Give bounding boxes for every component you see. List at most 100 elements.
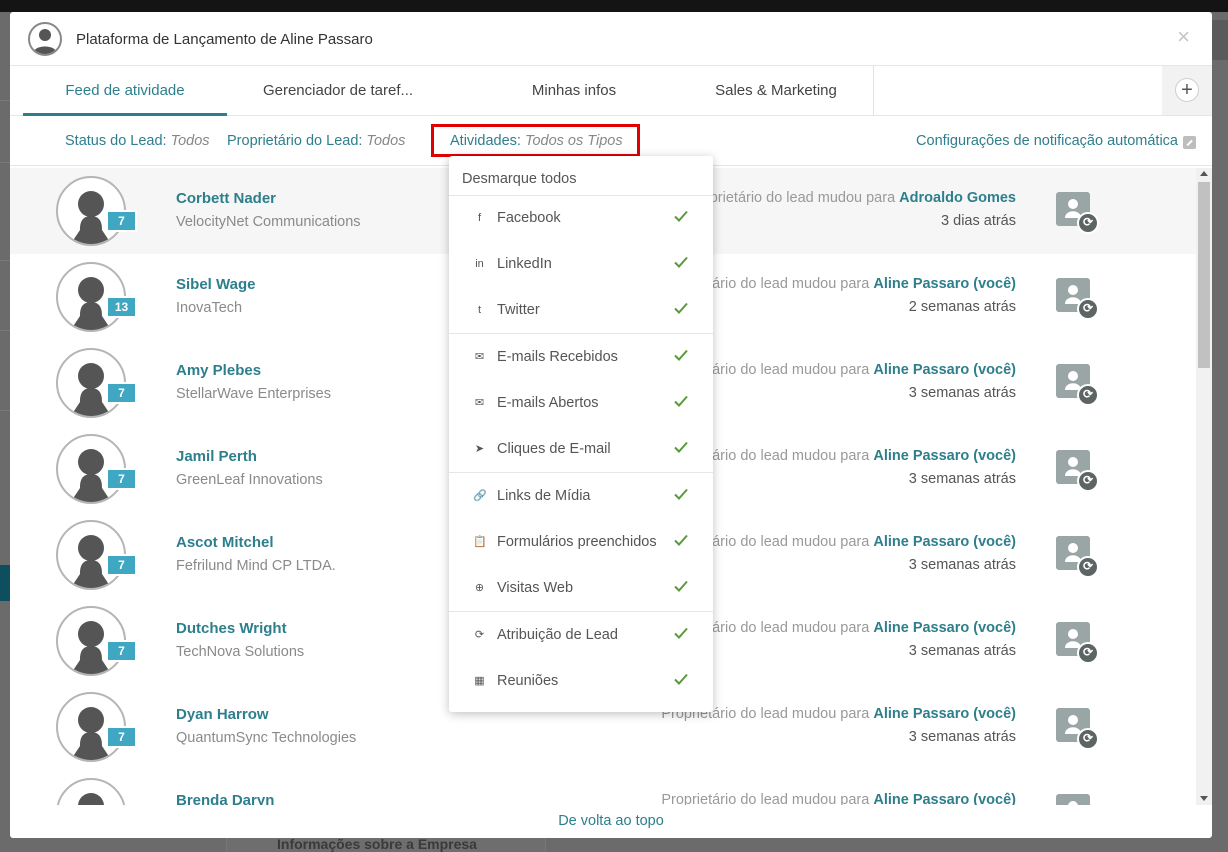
feed-scrollbar[interactable] <box>1196 168 1212 805</box>
lead-name-link[interactable]: Sibel Wage <box>176 276 255 293</box>
activity-type-option[interactable]: ⊕ Visitas Web <box>449 566 713 612</box>
activity-type-option[interactable]: ⟳ Atribuição de Lead <box>449 613 713 659</box>
close-icon[interactable]: × <box>1177 26 1190 48</box>
feed-event-owner-link[interactable]: Aline Passaro (você) <box>873 620 1016 636</box>
calendar-icon: ▦ <box>474 675 485 687</box>
lead-assignment-icon[interactable]: ⟳ <box>1056 622 1099 664</box>
activity-type-label: E-mails Recebidos <box>497 349 618 365</box>
scroll-up-arrow-icon[interactable] <box>1200 171 1208 176</box>
checkmark-icon <box>674 580 688 592</box>
feed-event-owner-link[interactable]: Adroaldo Gomes <box>899 190 1016 206</box>
activity-type-option[interactable]: 🔗 Links de Mídia <box>449 474 713 520</box>
feed-event-owner-link[interactable]: Aline Passaro (você) <box>873 448 1016 464</box>
dropdown-divider <box>449 333 713 334</box>
feed-event-owner-link[interactable]: Aline Passaro (você) <box>873 362 1016 378</box>
activity-type-label: Facebook <box>497 210 561 226</box>
feed-event-prefix: Proprietário do lead mudou para <box>687 190 896 206</box>
activity-type-label: Atribuição de Lead <box>497 627 618 643</box>
lead-score-badge: 7 <box>106 726 137 748</box>
activities-filter[interactable]: Atividades: Todos os Tipos <box>431 124 640 157</box>
facebook-icon: f <box>477 212 482 224</box>
lead-avatar-icon[interactable] <box>56 778 126 805</box>
lead-score-badge: 7 <box>106 468 137 490</box>
lead-company: TechNova Solutions <box>176 644 305 660</box>
linkedin-icon: in <box>475 258 484 270</box>
scrollbar-thumb[interactable] <box>1198 182 1210 368</box>
lead-score-badge: 13 <box>106 296 137 318</box>
lead-name-link[interactable]: Jamil Perth <box>176 448 257 465</box>
sync-icon: ⟳ <box>1077 642 1099 664</box>
tab-task-manager[interactable]: Gerenciador de taref... <box>250 66 426 116</box>
activity-type-option[interactable]: f Facebook <box>449 196 713 242</box>
lead-assignment-icon[interactable]: ⟳ <box>1056 708 1099 750</box>
lead-assignment-icon[interactable]: ⟳ <box>1056 364 1099 406</box>
feed-event-owner-link[interactable]: Aline Passaro (você) <box>873 706 1016 722</box>
activity-type-label: Links de Mídia <box>497 488 591 504</box>
lead-name-link[interactable]: Dyan Harrow <box>176 706 269 723</box>
plus-icon: + <box>1175 78 1199 102</box>
clipboard-icon: 📋 <box>473 536 487 548</box>
lead-owner-filter[interactable]: Proprietário do Lead: Todos <box>227 133 405 149</box>
lead-status-filter-value: Todos <box>170 133 210 149</box>
lead-name-link[interactable]: Corbett Nader <box>176 190 276 207</box>
tab-activity-feed[interactable]: Feed de atividade <box>23 66 227 116</box>
activity-type-option[interactable]: ➤ Cliques de E-mail <box>449 427 713 473</box>
lead-status-filter[interactable]: Status do Lead: Todos <box>65 133 210 149</box>
lead-assignment-icon[interactable]: ⟳ <box>1056 192 1099 234</box>
activity-type-option[interactable]: ✉ E-mails Recebidos <box>449 335 713 381</box>
feed-event-time: 3 dias atrás <box>941 213 1016 229</box>
activity-type-label: Visitas Web <box>497 580 574 596</box>
modal-title: Plataforma de Lançamento de Aline Passar… <box>76 31 373 48</box>
globe-icon: ⊕ <box>474 582 485 594</box>
checkmark-icon <box>674 256 688 268</box>
lead-name-link[interactable]: Ascot Mitchel <box>176 534 274 551</box>
feed-event-owner-link[interactable]: Aline Passaro (você) <box>873 792 1016 805</box>
lead-assignment-icon[interactable]: ⟳ <box>1056 450 1099 492</box>
add-tab-button[interactable]: + <box>1162 66 1212 115</box>
lead-assignment-icon[interactable]: ⟳ <box>1056 536 1099 578</box>
lead-company: Fefrilund Mind CP LTDA. <box>176 558 336 574</box>
sync-icon: ⟳ <box>1077 298 1099 320</box>
sync-icon: ⟳ <box>1077 470 1099 492</box>
activity-type-option[interactable]: t Twitter <box>449 288 713 334</box>
company-info-card: Informações sobre a Empresa <box>226 836 546 852</box>
lead-name-link[interactable]: Dutches Wright <box>176 620 287 637</box>
activity-type-option[interactable]: ▦ Reuniões <box>449 659 713 705</box>
lead-owner-filter-label: Proprietário do Lead: <box>227 133 363 149</box>
lead-score-badge: 7 <box>106 210 137 232</box>
launchpad-modal: Plataforma de Lançamento de Aline Passar… <box>10 12 1212 838</box>
feed-event-text: Proprietário do lead mudou para Aline Pa… <box>661 534 1016 550</box>
lead-name-link[interactable]: Brenda Daryn <box>176 792 274 805</box>
back-to-top-link[interactable]: De volta ao topo <box>10 805 1212 838</box>
feed-event-time: 3 semanas atrás <box>908 643 1016 659</box>
activity-type-option[interactable]: ✉ E-mails Abertos <box>449 381 713 427</box>
app-left-background <box>0 12 10 852</box>
external-link-icon[interactable] <box>1183 136 1196 149</box>
lead-assignment-icon[interactable]: ⟳ <box>1056 794 1090 805</box>
lead-company: StellarWave Enterprises <box>176 386 331 402</box>
app-left-accent <box>0 565 10 601</box>
tab-sales-marketing[interactable]: Sales & Marketing <box>676 66 876 116</box>
scroll-down-arrow-icon[interactable] <box>1200 796 1208 801</box>
lead-assignment-icon[interactable]: ⟳ <box>1056 278 1099 320</box>
activities-filter-label: Atividades: <box>450 133 521 149</box>
activity-type-option[interactable]: in LinkedIn <box>449 242 713 288</box>
lead-score-badge: 7 <box>106 640 137 662</box>
tab-my-info[interactable]: Minhas infos <box>480 66 668 116</box>
checkmark-icon <box>674 441 688 453</box>
feed-event-owner-link[interactable]: Aline Passaro (você) <box>873 534 1016 550</box>
activity-type-label: Twitter <box>497 302 540 318</box>
lead-score-badge: 7 <box>106 382 137 404</box>
deselect-all-button[interactable]: Desmarque todos <box>449 156 713 196</box>
activities-dropdown: Desmarque todos f Facebook in LinkedIn t Twit… <box>449 156 713 712</box>
lead-name-link[interactable]: Amy Plebes <box>176 362 261 379</box>
tab-bar: Feed de atividade Gerenciador de taref..… <box>10 66 1212 116</box>
lead-company: InovaTech <box>176 300 243 316</box>
activity-type-option[interactable]: 📋 Formulários preenchidos <box>449 520 713 566</box>
envelope-open-icon: ✉ <box>474 397 485 409</box>
user-avatar-icon <box>28 22 62 56</box>
feed-event-owner-link[interactable]: Aline Passaro (você) <box>873 276 1016 292</box>
lead-company: GreenLeaf Innovations <box>176 472 323 488</box>
auto-notification-settings-link[interactable]: Configurações de notificação automática <box>916 133 1178 149</box>
app-topbar-background <box>0 0 1228 12</box>
